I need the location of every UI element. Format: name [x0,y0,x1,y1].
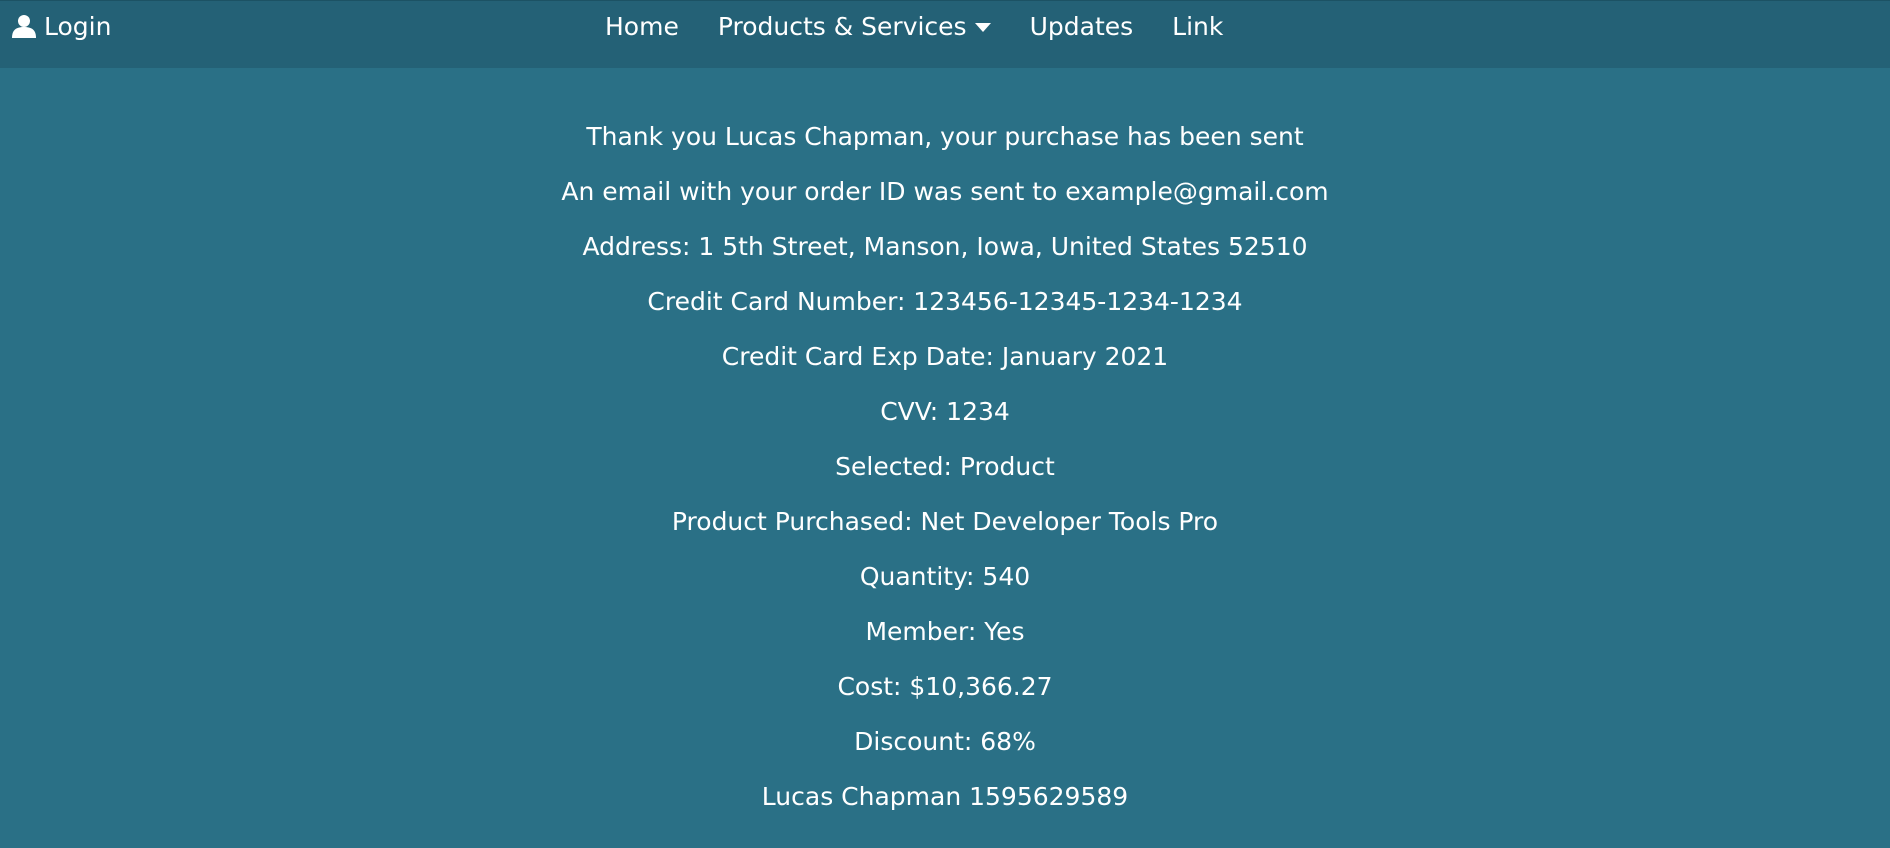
signature-line: Lucas Chapman 1595629589 [761,782,1129,811]
nav-link-label: Link [1172,11,1224,41]
top-navbar: Login Home Products & Services Updates L… [0,0,1890,68]
card-number-line: Credit Card Number: 123456-12345-1234-12… [647,287,1243,316]
cvv-line: CVV: 1234 [880,397,1010,426]
product-line: Product Purchased: Net Developer Tools P… [671,507,1219,536]
nav-home-link[interactable]: Home [605,12,679,41]
cost-line: Cost: $10,366.27 [837,672,1053,701]
discount-line: Discount: 68% [854,727,1036,756]
nav-home-label: Home [605,11,679,41]
login-label: Login [44,11,112,41]
nav-updates-label: Updates [1029,11,1134,41]
thank-you-message: Thank you Lucas Chapman, your purchase h… [586,122,1304,151]
nav-products-dropdown[interactable]: Products & Services [718,12,991,41]
quantity-line: Quantity: 540 [859,562,1031,591]
member-line: Member: Yes [865,617,1025,646]
nav-updates-link[interactable]: Updates [1030,12,1134,41]
order-confirmation: Thank you Lucas Chapman, your purchase h… [0,109,1890,824]
caret-down-icon [974,22,991,32]
nav-link-link[interactable]: Link [1172,12,1223,41]
email-notice: An email with your order ID was sent to … [561,177,1329,206]
address-line: Address: 1 5th Street, Manson, Iowa, Uni… [582,232,1308,261]
login-link[interactable]: Login [12,9,111,43]
card-exp-line: Credit Card Exp Date: January 2021 [721,342,1169,371]
nav-products-label: Products & Services [717,11,967,41]
main-nav: Home Products & Services Updates Link [605,9,1223,43]
selected-line: Selected: Product [835,452,1055,481]
user-icon [12,14,36,38]
